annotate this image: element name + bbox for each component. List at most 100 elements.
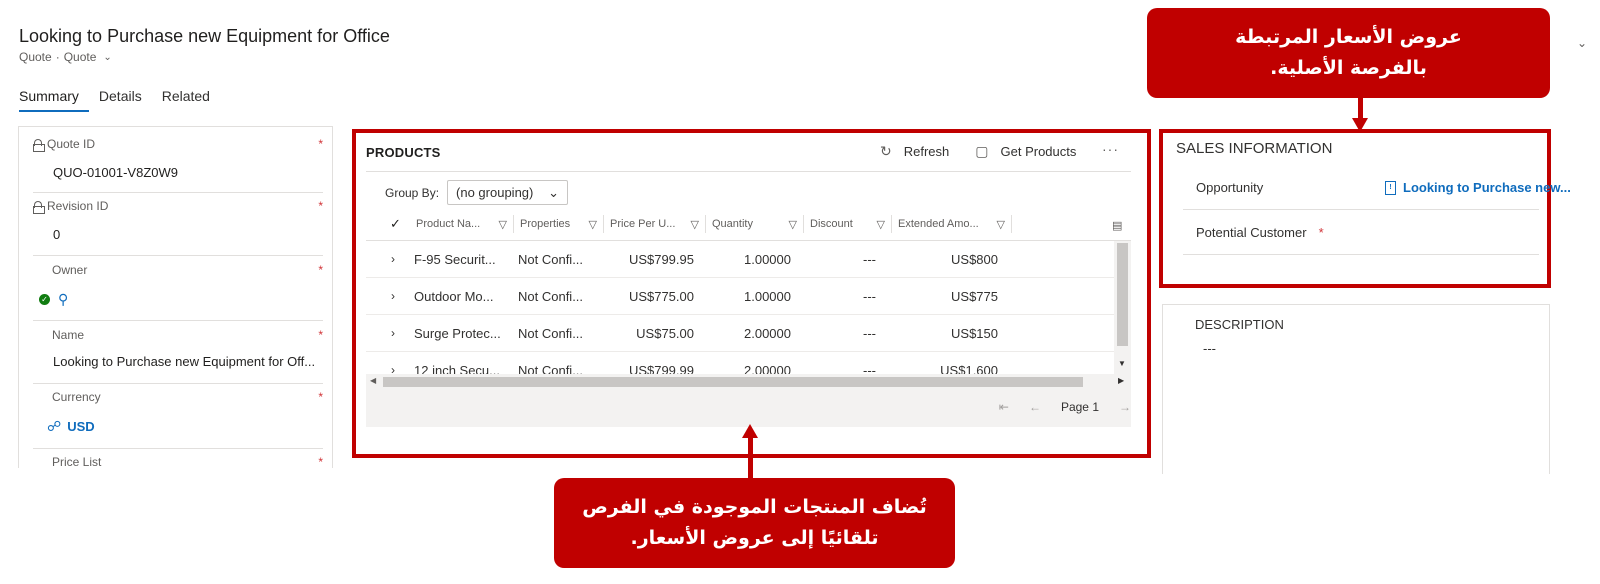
products-toolbar: ↻ Refresh ▢ Get Products: [880, 143, 1094, 160]
filter-icon[interactable]: ▽: [589, 218, 597, 231]
quote-id-label: Quote ID: [47, 137, 96, 151]
owner-lookup[interactable]: ✓ ⚲: [33, 291, 323, 308]
save-icon[interactable]: ▤: [1112, 219, 1122, 232]
scrollbar-thumb[interactable]: [383, 377, 1083, 387]
horizontal-scrollbar[interactable]: ◀ ▶: [366, 374, 1131, 390]
quantity-cell: 1.00000: [744, 288, 791, 304]
expand-chevron-icon[interactable]: ›: [391, 363, 395, 374]
quote-id-value: QUO-01001-V8Z0W9: [53, 165, 178, 180]
divider: [1183, 209, 1539, 210]
refresh-label: Refresh: [903, 144, 950, 159]
person-icon[interactable]: ⚲: [58, 291, 68, 308]
product-name-cell[interactable]: 12 inch Secu...: [414, 363, 500, 375]
divider: [1183, 254, 1539, 255]
get-products-button[interactable]: ▢ Get Products: [975, 143, 1076, 160]
column-header-properties[interactable]: Properties ▽: [514, 215, 604, 233]
column-header-discount[interactable]: Discount ▽: [804, 215, 892, 233]
divider: [366, 171, 1131, 172]
currency-link[interactable]: USD: [67, 419, 94, 434]
discount-cell: ---: [863, 288, 876, 304]
breadcrumb-entity: Quote: [19, 50, 52, 64]
currency-icon: ☍: [47, 418, 62, 434]
filter-icon[interactable]: ▽: [997, 218, 1005, 231]
scroll-down-icon[interactable]: ▼: [1118, 359, 1126, 368]
callout-related-opportunity: عروض الأسعار المرتبطة بالفرصة الأصلية.: [1147, 8, 1550, 98]
required-indicator: *: [318, 390, 323, 404]
expand-chevron-icon[interactable]: ›: [391, 252, 395, 266]
products-rows: › F-95 Securit... Not Confi... US$799.95…: [366, 241, 1114, 374]
table-row[interactable]: › F-95 Securit... Not Confi... US$799.95…: [366, 241, 1114, 278]
chevron-down-icon: ⌄: [548, 184, 560, 200]
price-cell: US$75.00: [636, 325, 694, 341]
group-by-label: Group By:: [385, 185, 440, 200]
presence-check-icon: ✓: [39, 294, 50, 305]
breadcrumb-form-selector[interactable]: Quote: [64, 50, 97, 64]
column-header-product-name[interactable]: Product Na... ▽: [410, 215, 514, 233]
filter-icon[interactable]: ▽: [789, 218, 797, 231]
next-page-icon[interactable]: →: [1119, 400, 1131, 414]
extended-amount-cell: US$150: [951, 325, 998, 341]
required-indicator: *: [1318, 225, 1324, 240]
expand-chevron-icon[interactable]: ›: [391, 326, 395, 340]
currency-field: Currency * ☍ USD: [33, 390, 323, 449]
column-header-quantity[interactable]: Quantity ▽: [706, 215, 804, 233]
tab-details[interactable]: Details: [99, 88, 152, 112]
name-label: Name: [52, 328, 85, 342]
properties-cell: Not Confi...: [518, 325, 584, 341]
pager: ⇤ ← Page 1 →: [999, 400, 1131, 414]
discount-cell: ---: [863, 362, 876, 375]
divider: [33, 320, 323, 321]
description-title: DESCRIPTION: [1195, 317, 1284, 332]
filter-icon[interactable]: ▽: [877, 218, 885, 231]
chevron-down-icon[interactable]: ⌄: [1577, 36, 1587, 50]
scrollbar-thumb[interactable]: [1117, 243, 1128, 346]
scroll-left-icon[interactable]: ◀: [370, 376, 376, 385]
first-page-icon[interactable]: ⇤: [999, 400, 1009, 414]
refresh-button[interactable]: ↻ Refresh: [880, 143, 949, 160]
previous-page-icon[interactable]: ←: [1029, 400, 1041, 414]
properties-cell: Not Confi...: [518, 251, 584, 267]
product-name-cell[interactable]: F-95 Securit...: [414, 252, 496, 267]
expand-chevron-icon[interactable]: ›: [391, 289, 395, 303]
lock-icon: [33, 138, 45, 152]
select-all-checkbox[interactable]: ✓: [390, 216, 410, 232]
potential-customer-field[interactable]: Potential Customer *: [1196, 225, 1538, 240]
breadcrumb: Quote · Quote ⌄: [19, 50, 112, 64]
name-input[interactable]: Looking to Purchase new Equipment for Of…: [33, 354, 323, 369]
table-row[interactable]: › Surge Protec... Not Confi... US$75.00 …: [366, 315, 1114, 352]
divider: [33, 255, 323, 256]
group-by-dropdown[interactable]: (no grouping) ⌄: [447, 180, 569, 205]
required-indicator: *: [318, 263, 323, 277]
quantity-cell: 2.00000: [744, 325, 791, 341]
opportunity-link[interactable]: ! Looking to Purchase new...: [1385, 180, 1571, 195]
group-by-control: Group By: (no grouping) ⌄: [385, 180, 569, 205]
quote-id-field: Quote ID * QUO-01001-V8Z0W9: [33, 137, 323, 193]
extended-amount-cell: US$800: [951, 251, 998, 267]
grid-footer: ⇤ ← Page 1 →: [366, 390, 1131, 427]
more-commands-button[interactable]: ···: [1102, 141, 1119, 157]
description-value[interactable]: ---: [1203, 341, 1216, 356]
extended-amount-cell: US$775: [951, 288, 998, 304]
filter-icon[interactable]: ▽: [691, 218, 699, 231]
sales-information-highlight: SALES INFORMATION Opportunity ! Looking …: [1159, 129, 1571, 288]
column-header-price-per-unit[interactable]: Price Per U... ▽: [604, 215, 706, 233]
summary-form-panel: Quote ID * QUO-01001-V8Z0W9 Revision ID …: [18, 126, 333, 468]
products-title: PRODUCTS: [366, 145, 441, 160]
vertical-scrollbar[interactable]: ▼: [1114, 241, 1131, 374]
filter-icon[interactable]: ▽: [499, 218, 507, 231]
refresh-icon: ↻: [880, 143, 892, 159]
tab-summary[interactable]: Summary: [19, 88, 89, 112]
product-name-cell[interactable]: Outdoor Mo...: [414, 289, 493, 304]
column-header-extended-amount[interactable]: Extended Amo... ▽: [892, 215, 1012, 233]
callout-arrow: [748, 436, 753, 478]
product-name-cell[interactable]: Surge Protec...: [414, 326, 501, 341]
scroll-right-icon[interactable]: ▶: [1118, 376, 1124, 385]
chevron-down-icon[interactable]: ⌄: [103, 52, 111, 63]
price-cell: US$775.00: [628, 288, 694, 304]
tab-related[interactable]: Related: [162, 88, 220, 112]
description-section: DESCRIPTION ---: [1162, 304, 1550, 474]
opportunity-record-icon: !: [1385, 180, 1396, 195]
table-row[interactable]: › Outdoor Mo... Not Confi... US$775.00 1…: [366, 278, 1114, 315]
callout-arrow: [1358, 98, 1363, 120]
table-row[interactable]: › 12 inch Secu... Not Confi... US$799.99…: [366, 352, 1114, 375]
